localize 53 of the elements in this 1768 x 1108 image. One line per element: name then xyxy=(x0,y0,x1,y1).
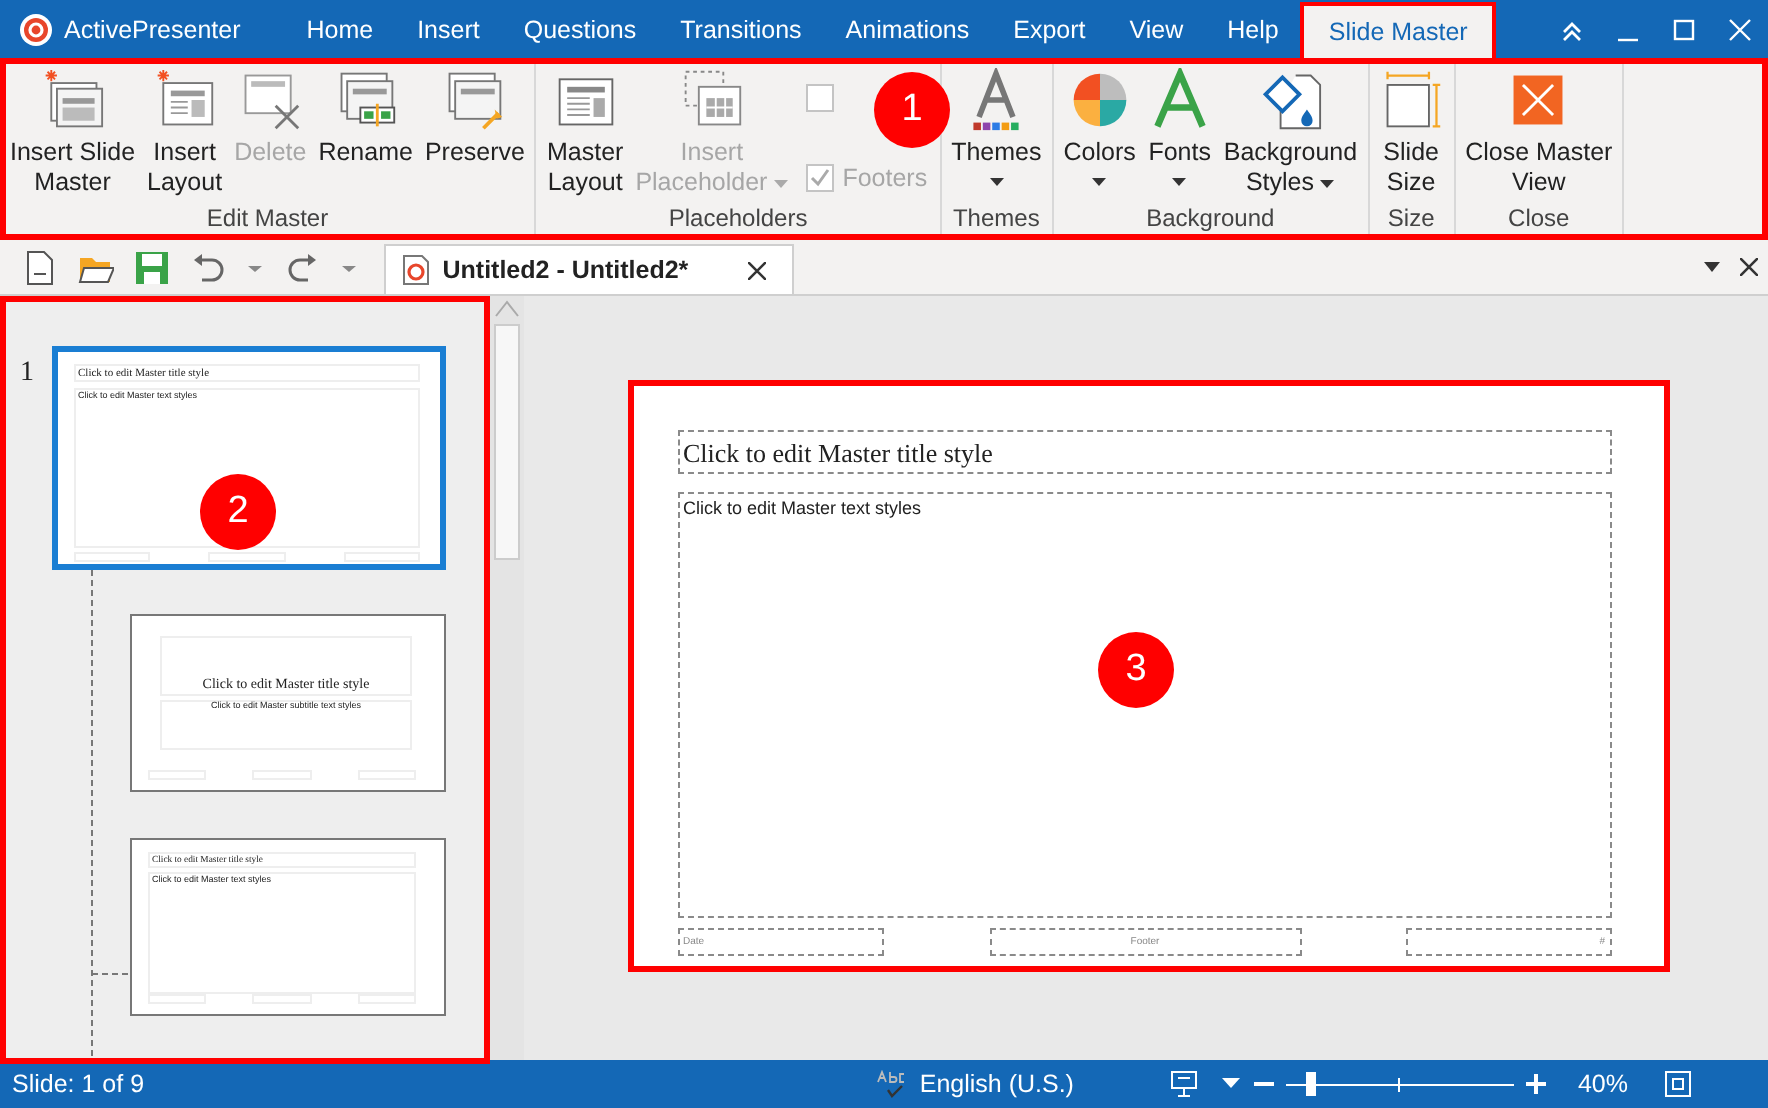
language-label[interactable]: English (U.S.) xyxy=(919,1065,1074,1103)
ribbon-button[interactable]: Rename xyxy=(312,60,419,202)
new-file-icon[interactable] xyxy=(22,249,59,285)
ribbon-tab[interactable]: Questions xyxy=(501,0,659,60)
checkbox-label: Footers xyxy=(842,162,928,196)
group-label: Background xyxy=(1144,202,1277,236)
maximize-icon[interactable] xyxy=(1672,18,1696,42)
pane-menu-icon[interactable] xyxy=(1704,261,1720,273)
zoom-in-icon[interactable] xyxy=(1525,1074,1546,1094)
group-label: Edit Master xyxy=(204,202,331,236)
ribbon-button[interactable]: Background Styles xyxy=(1217,60,1364,202)
ribbon-button[interactable]: Themes xyxy=(945,60,1048,202)
spell-check-icon xyxy=(875,1070,908,1098)
zoom-level: 40% xyxy=(1577,1067,1628,1102)
ribbon-tab[interactable]: Slide Master xyxy=(1300,2,1496,60)
close-icon[interactable] xyxy=(747,261,766,279)
ribbon-button[interactable]: Insert Layout xyxy=(141,60,229,202)
ribbon-tab[interactable]: View xyxy=(1107,0,1206,60)
group-label: Size xyxy=(1385,202,1437,236)
ribbon-button[interactable]: Close Master View xyxy=(1459,60,1619,202)
ribbon-tab[interactable]: Transitions xyxy=(658,0,824,60)
slide-master-icon xyxy=(40,68,105,132)
caret-icon[interactable] xyxy=(1221,1078,1240,1090)
group-label: Themes xyxy=(950,202,1042,236)
ribbon-button[interactable]: Colors xyxy=(1057,60,1142,202)
zoom-slider-thumb[interactable] xyxy=(1305,1072,1316,1096)
document-tab[interactable]: Untitled2 - Untitled2* xyxy=(384,244,794,294)
ribbon-tab[interactable]: Export xyxy=(991,0,1108,60)
slide-counter: Slide: 1 of 9 xyxy=(12,1067,145,1102)
scrollbar-thumb[interactable] xyxy=(494,324,520,560)
ribbon-button[interactable]: Fonts xyxy=(1141,60,1218,202)
ribbon-button[interactable]: Insert Slide Master xyxy=(4,60,142,202)
group-label: Close xyxy=(1506,202,1572,236)
collapse-ribbon-icon[interactable] xyxy=(1560,18,1584,42)
group-label: Placeholders xyxy=(666,202,810,236)
slide-number: 1 xyxy=(20,356,34,392)
ribbon-button[interactable]: Preserve xyxy=(418,60,531,202)
fit-to-window-icon[interactable] xyxy=(1664,1070,1692,1098)
ribbon-button[interactable]: Master Layout xyxy=(540,60,630,202)
presenter-view-icon[interactable] xyxy=(1169,1070,1198,1098)
ribbon-tab[interactable]: Insert xyxy=(395,0,502,60)
redo-icon[interactable] xyxy=(284,249,321,285)
ribbon-tab[interactable]: Animations xyxy=(823,0,992,60)
ribbon-tab[interactable]: Home xyxy=(284,0,396,60)
undo-icon[interactable] xyxy=(190,249,227,285)
ribbon-button[interactable]: Slide Size xyxy=(1373,60,1450,202)
close-icon[interactable] xyxy=(1740,258,1758,276)
app-logo-icon xyxy=(20,14,52,46)
app-name: ActivePresenter xyxy=(64,13,241,48)
ribbon-tab[interactable]: Help xyxy=(1205,0,1301,60)
save-icon[interactable] xyxy=(134,249,171,285)
document-icon xyxy=(402,254,431,286)
title-placeholder[interactable]: Click to edit Master title style xyxy=(677,430,1611,474)
